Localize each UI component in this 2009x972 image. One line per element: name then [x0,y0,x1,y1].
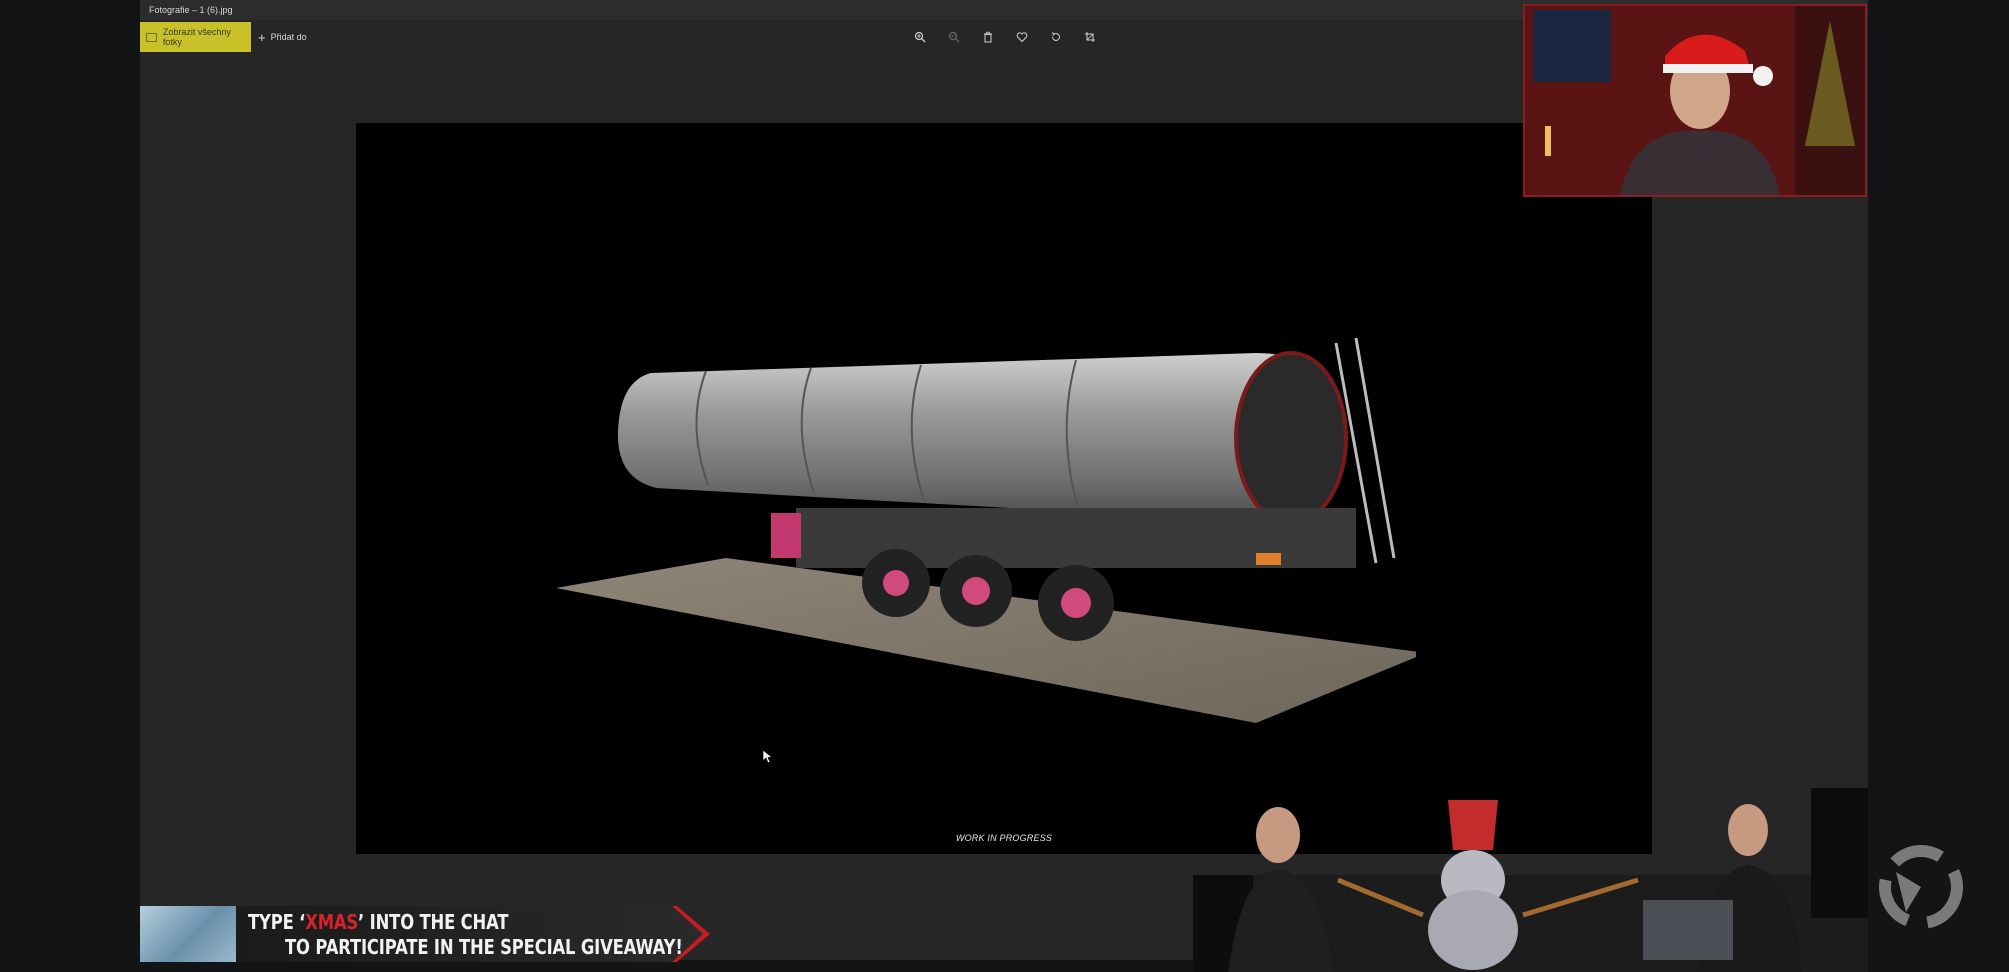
crop-icon[interactable] [1080,26,1100,48]
delete-icon[interactable] [978,26,998,48]
rotate-icon[interactable] [1046,26,1066,48]
zoom-in-icon[interactable] [910,26,930,48]
mouse-cursor-icon [763,750,773,764]
banner-line-1: TYPE ‘XMAS’ INTO THE CHAT [248,910,509,934]
banner-line-2: TO PARTICIPATE IN THE SPECIAL GIVEAWAY! [285,935,683,959]
image-tools [910,26,1100,48]
streamer-webcam [1523,4,1867,197]
zoom-out-icon[interactable] [944,26,964,48]
add-to-button[interactable]: + Přidat do [258,22,307,52]
stream-frame: Fotografie – 1 (6).jpg Zobrazit všechny … [0,0,2009,972]
plus-icon: + [258,29,266,45]
banner-thumbnail [140,906,236,962]
add-to-label: Přidat do [270,32,307,42]
view-all-photos-label: Zobrazit všechny fotky [162,27,231,47]
studio-hosts-overlay [1193,740,1868,972]
giveaway-banner: TYPE ‘XMAS’ INTO THE CHAT TO PARTICIPATE… [140,906,710,962]
channel-logo-icon [1879,845,1963,929]
view-all-photos-button[interactable]: Zobrazit všechny fotky [140,22,251,52]
tanker-trailer-render [556,337,1416,723]
photos-icon [146,32,157,42]
banner-keyword: XMAS [305,910,359,934]
heart-icon[interactable] [1012,26,1032,48]
